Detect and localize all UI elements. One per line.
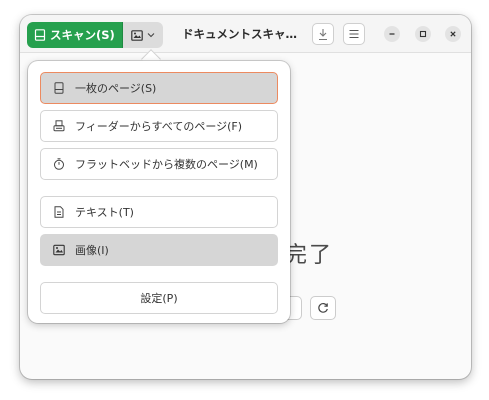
scan-type-dropdown[interactable] — [121, 22, 163, 48]
scan-page-icon — [34, 29, 46, 41]
hamburger-menu-icon — [349, 29, 359, 39]
feeder-icon — [53, 120, 65, 132]
image-icon — [130, 29, 143, 41]
timer-icon — [54, 158, 64, 170]
close-icon — [450, 31, 456, 37]
menu-item-flatbed-multiple[interactable]: フラットベッドから複数のページ(M) — [40, 148, 278, 180]
text-document-icon — [54, 206, 64, 218]
refresh-button[interactable] — [310, 296, 336, 320]
scan-split-button: スキャン(S) — [27, 22, 163, 48]
menu-item-text[interactable]: テキスト(T) — [40, 196, 278, 228]
main-menu-button[interactable] — [343, 23, 365, 45]
window-title: ドキュメントスキャ… — [182, 27, 297, 41]
minimize-button[interactable] — [384, 26, 400, 42]
menu-item-label: フラットベッドから複数のページ(M) — [75, 158, 258, 171]
menu-item-label: 設定(P) — [140, 292, 178, 305]
scan-button[interactable]: スキャン(S) — [27, 22, 122, 48]
menu-item-label: フィーダーからすべてのページ(F) — [75, 120, 243, 133]
close-button[interactable] — [445, 26, 461, 42]
scan-button-label: スキャン(S) — [50, 28, 115, 42]
menu-item-label: 一枚のページ(S) — [75, 82, 157, 95]
menu-item-label: 画像(I) — [75, 244, 109, 257]
menu-item-image[interactable]: 画像(I) — [40, 234, 278, 266]
menu-item-label: テキスト(T) — [75, 206, 134, 219]
maximize-button[interactable] — [415, 26, 431, 42]
refresh-icon — [318, 303, 328, 313]
headerbar: スキャン(S) ドキュメントスキャ… — [20, 15, 471, 53]
chevron-down-icon — [147, 33, 155, 38]
scan-type-popover: 一枚のページ(S) フィーダーからすべてのページ(F) フラットベッドから複数の… — [28, 61, 290, 323]
save-button[interactable] — [312, 23, 334, 45]
image-icon — [53, 244, 65, 256]
download-icon — [319, 28, 327, 40]
minimize-icon — [389, 33, 395, 35]
menu-item-settings[interactable]: 設定(P) — [40, 282, 278, 314]
status-text: 完了 — [285, 243, 334, 268]
single-page-icon — [54, 82, 64, 94]
menu-item-single-page[interactable]: 一枚のページ(S) — [40, 72, 278, 104]
maximize-icon — [419, 30, 427, 38]
menu-item-feeder[interactable]: フィーダーからすべてのページ(F) — [40, 110, 278, 142]
